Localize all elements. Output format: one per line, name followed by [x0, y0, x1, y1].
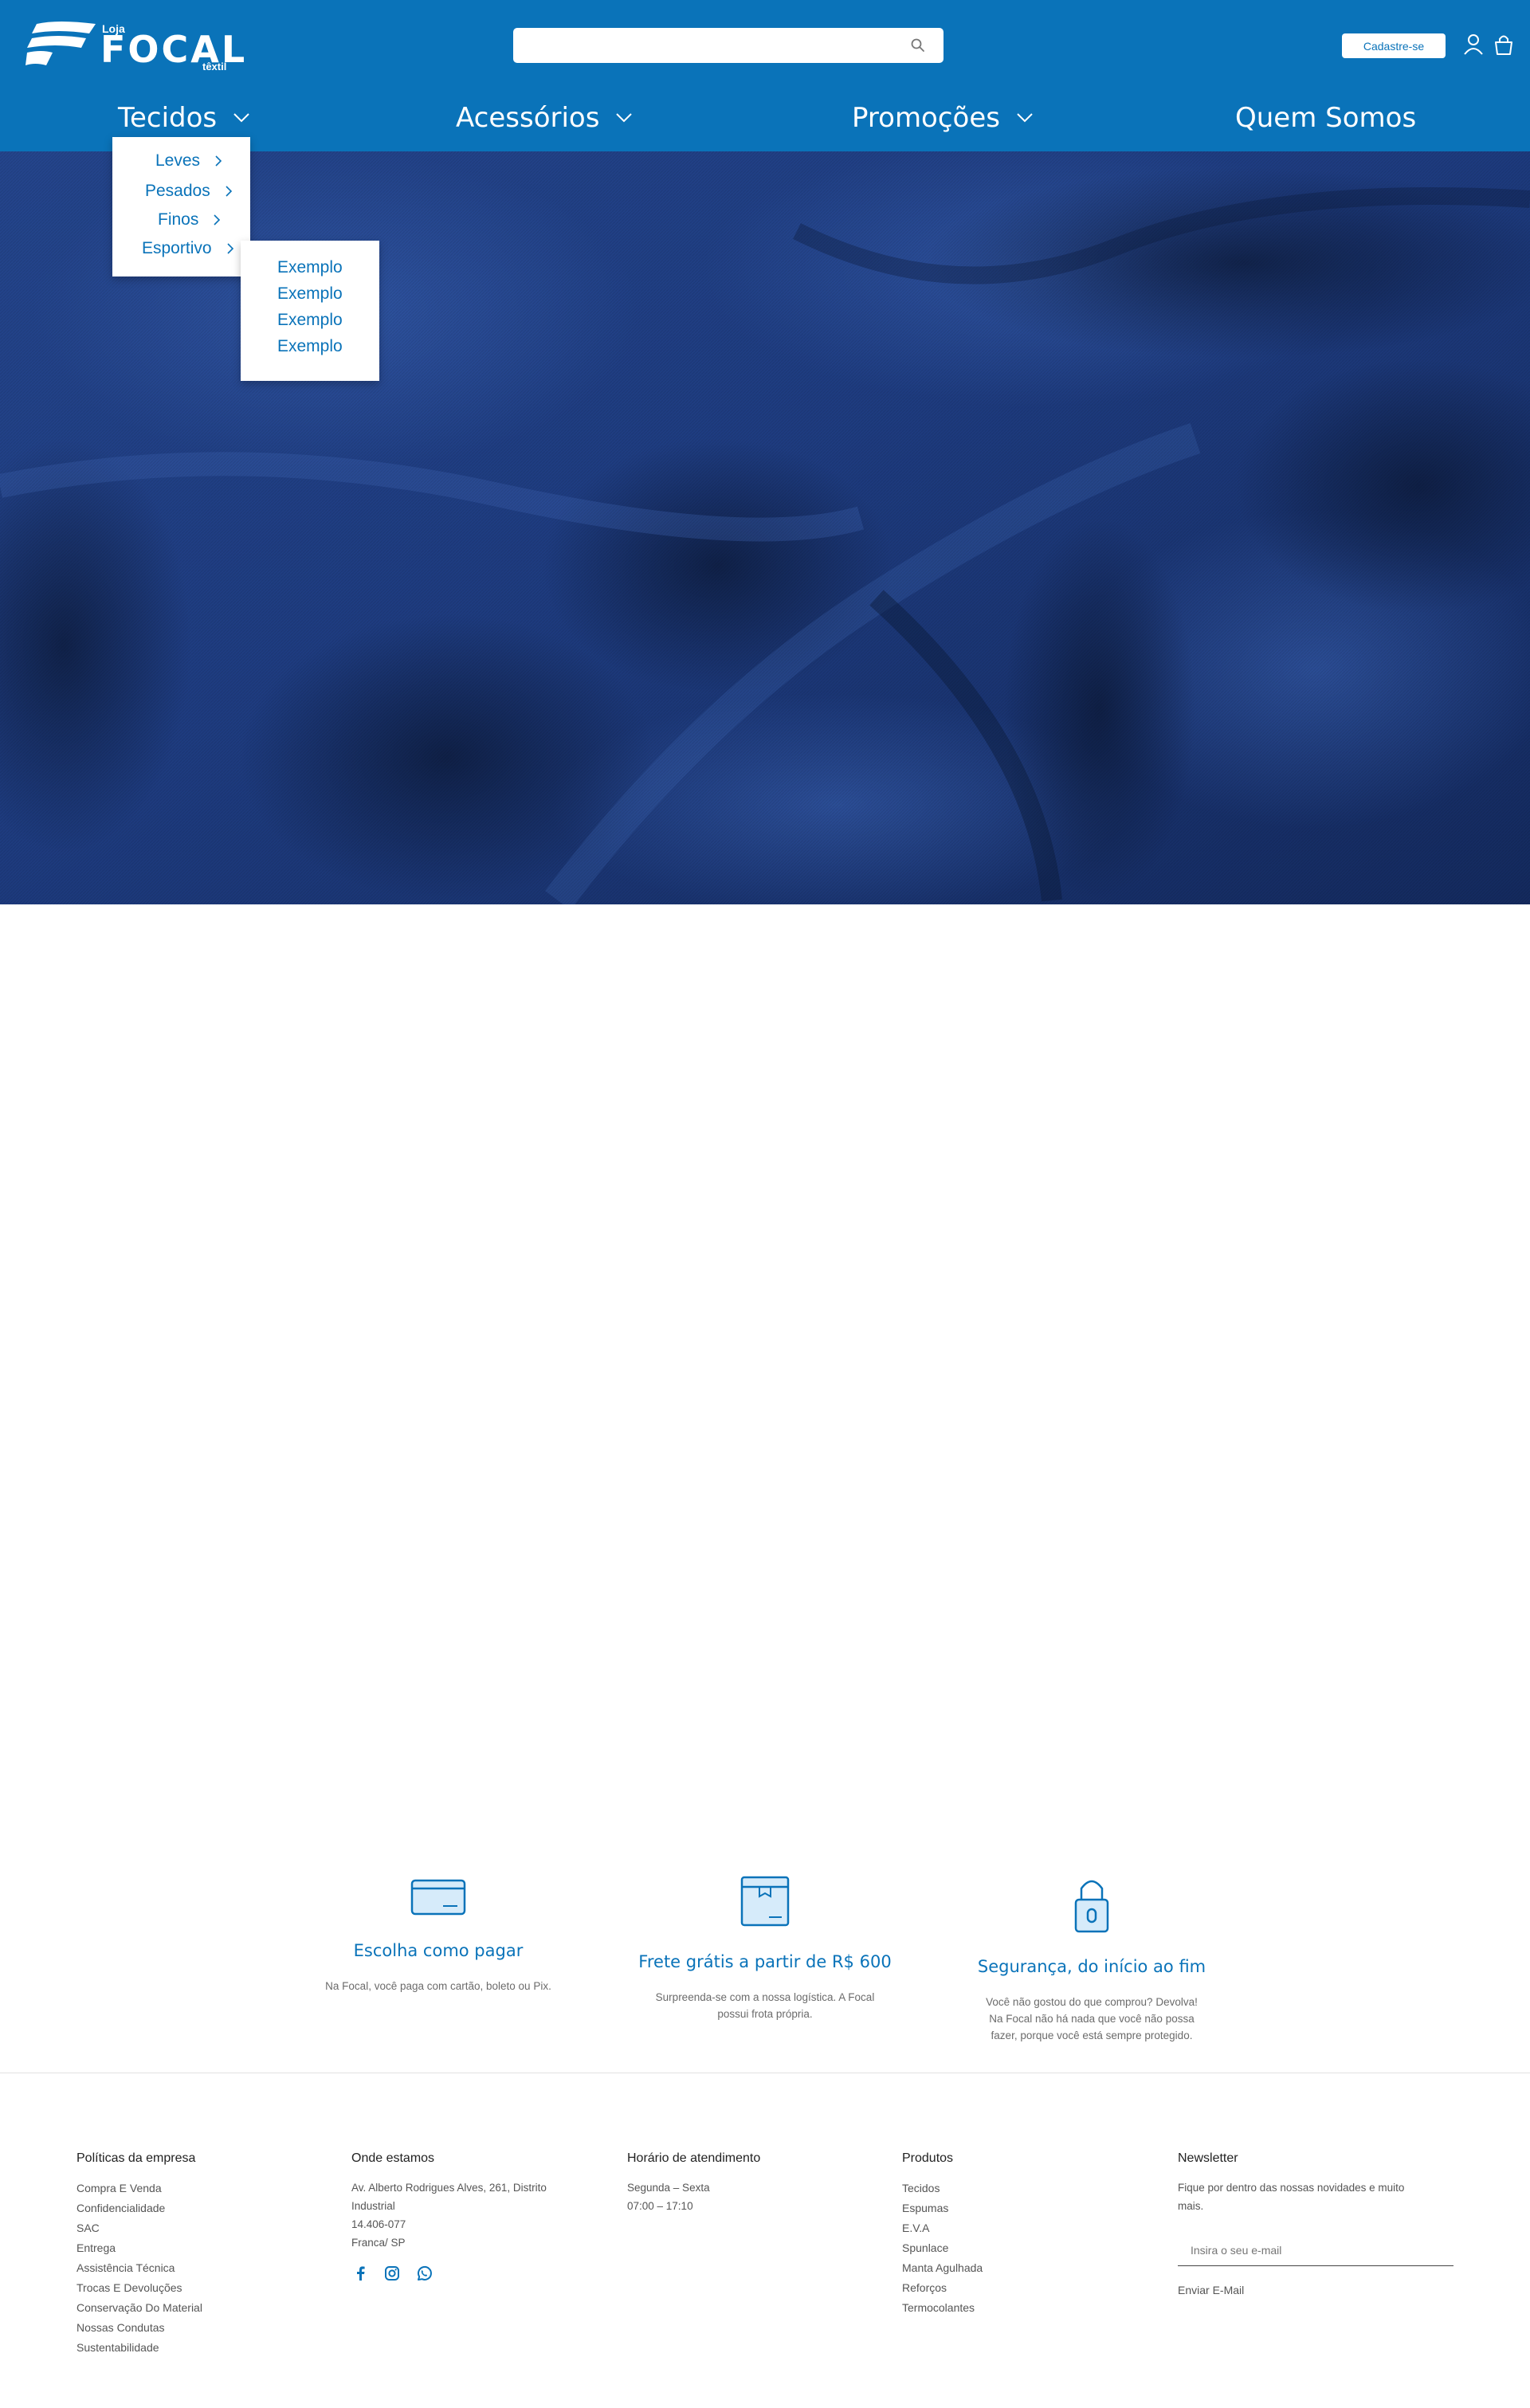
footer-link[interactable]: Manta Agulhada	[902, 2258, 1109, 2278]
signup-button[interactable]: Cadastre-se	[1342, 33, 1446, 58]
footer-newsletter: Newsletter Fique por dentro das nossas n…	[1178, 2151, 1457, 2296]
facebook-icon[interactable]	[351, 2265, 369, 2282]
footer-policies: Políticas da empresa Compra E Venda Conf…	[76, 2151, 300, 2358]
chevron-right-icon	[214, 214, 221, 226]
footer-products: Produtos Tecidos Espumas E.V.A Spunlace …	[902, 2151, 1109, 2318]
city-state: Franca/ SP	[351, 2237, 406, 2249]
dropdown-item-label: Finos	[158, 210, 199, 229]
footer-link[interactable]: E.V.A	[902, 2218, 1109, 2238]
chevron-down-icon	[616, 113, 633, 123]
site-header: Loja FOCAL têxtil Cadastre-se Tecidos Ac…	[0, 0, 1530, 151]
footer-column-title: Políticas da empresa	[76, 2151, 196, 2165]
logo[interactable]: Loja FOCAL têxtil	[26, 21, 245, 73]
footer-link[interactable]: Nossas Condutas	[76, 2318, 300, 2338]
feature-text: Na Focal, você paga com cartão, boleto o…	[325, 1980, 551, 1992]
feature-security: Segurança, do início ao fim Você não gos…	[956, 1876, 1227, 2044]
footer-link[interactable]: Entrega	[76, 2238, 300, 2258]
newsletter-email-input[interactable]	[1178, 2234, 1454, 2266]
feature-text: Você não gostou do que comprou? Devolva!…	[986, 1996, 1198, 2041]
footer-column-title: Horário de atendimento	[627, 2151, 761, 2165]
footer-location: Onde estamos Av. Alberto Rodrigues Alves…	[351, 2151, 567, 2282]
address-line: Av. Alberto Rodrigues Alves, 261, Distri…	[351, 2182, 547, 2212]
nav-item-quem-somos[interactable]: Quem Somos	[1235, 102, 1416, 134]
submenu-item[interactable]: Exemplo	[277, 337, 343, 356]
footer-link[interactable]: Tecidos	[902, 2179, 1109, 2198]
footer-column-title: Onde estamos	[351, 2151, 435, 2165]
shopping-bag-icon[interactable]	[1493, 33, 1514, 56]
submenu-item[interactable]: Exemplo	[277, 311, 343, 330]
chevron-down-icon	[233, 113, 249, 123]
chevron-right-icon	[215, 155, 222, 167]
nav-item-label: Acessórios	[456, 102, 600, 134]
nav-item-label: Quem Somos	[1235, 102, 1417, 134]
instagram-icon[interactable]	[383, 2265, 401, 2282]
submenu-item[interactable]: Exemplo	[277, 284, 343, 304]
feature-title: Frete grátis a partir de R$ 600	[638, 1952, 892, 1971]
dropdown-item-finos[interactable]: Finos	[158, 210, 221, 229]
lock-icon	[1074, 1880, 1109, 1933]
postal-code: 14.406-077	[351, 2218, 406, 2230]
whatsapp-icon[interactable]	[415, 2265, 433, 2282]
social-links	[351, 2265, 567, 2282]
footer-link[interactable]: Conservação Do Material	[76, 2298, 300, 2318]
tecidos-dropdown: Leves Pesados Finos Esportivo	[112, 137, 250, 276]
footer-link[interactable]: Sustentabilidade	[76, 2338, 300, 2358]
chevron-down-icon	[1017, 113, 1033, 123]
footer-link[interactable]: SAC	[76, 2218, 300, 2238]
credit-card-icon	[410, 1879, 466, 1916]
nav-item-promocoes[interactable]: Promoções	[852, 102, 1034, 134]
dropdown-item-esportivo[interactable]: Esportivo	[142, 239, 234, 258]
feature-title: Segurança, do início ao fim	[977, 1957, 1206, 1976]
newsletter-text: Fique por dentro das nossas novidades e …	[1178, 2182, 1405, 2212]
footer-column-title: Newsletter	[1178, 2151, 1238, 2165]
nav-item-tecidos[interactable]: Tecidos	[118, 102, 250, 134]
newsletter-send-button[interactable]: Enviar E-Mail	[1178, 2284, 1457, 2296]
box-icon	[740, 1876, 790, 1927]
footer-column-title: Produtos	[902, 2151, 954, 2165]
footer-link[interactable]: Trocas E Devoluções	[76, 2278, 300, 2298]
feature-shipping: Frete grátis a partir de R$ 600 Surpreen…	[630, 1876, 900, 2022]
esportivo-submenu: Exemplo Exemplo Exemplo Exemplo	[241, 241, 379, 381]
footer-link[interactable]: Assistência Técnica	[76, 2258, 300, 2278]
dropdown-item-leves[interactable]: Leves	[155, 151, 222, 171]
footer-hours: Horário de atendimento Segunda – Sexta 0…	[627, 2151, 834, 2215]
footer-link[interactable]: Compra E Venda	[76, 2179, 300, 2198]
footer-link[interactable]: Reforços	[902, 2278, 1109, 2298]
user-icon[interactable]	[1463, 33, 1484, 56]
logo-flag-icon	[26, 22, 96, 65]
feature-text: Surpreenda-se com a nossa logística. A F…	[655, 1991, 875, 2020]
nav-item-label: Tecidos	[118, 102, 218, 134]
nav-item-acessorios[interactable]: Acessórios	[456, 102, 633, 134]
logo-sub-text: têxtil	[202, 61, 227, 73]
chevron-right-icon	[226, 243, 233, 254]
hours-days: Segunda – Sexta	[627, 2182, 710, 2194]
dropdown-item-label: Leves	[155, 151, 201, 170]
hours-time: 07:00 – 17:10	[627, 2200, 693, 2212]
feature-payment: Escolha como pagar Na Focal, você paga c…	[303, 1876, 574, 1994]
search-input[interactable]	[513, 28, 944, 63]
footer-link[interactable]: Confidencialidade	[76, 2198, 300, 2218]
nav-item-label: Promoções	[852, 102, 1000, 134]
submenu-item[interactable]: Exemplo	[277, 258, 343, 277]
footer-link[interactable]: Spunlace	[902, 2238, 1109, 2258]
feature-title: Escolha como pagar	[353, 1941, 524, 1960]
dropdown-item-label: Pesados	[145, 182, 210, 200]
footer-link[interactable]: Espumas	[902, 2198, 1109, 2218]
chevron-right-icon	[226, 186, 232, 197]
dropdown-item-label: Esportivo	[142, 239, 212, 257]
search-icon[interactable]	[910, 37, 926, 53]
footer-link[interactable]: Termocolantes	[902, 2298, 1109, 2318]
dropdown-item-pesados[interactable]: Pesados	[145, 182, 233, 201]
